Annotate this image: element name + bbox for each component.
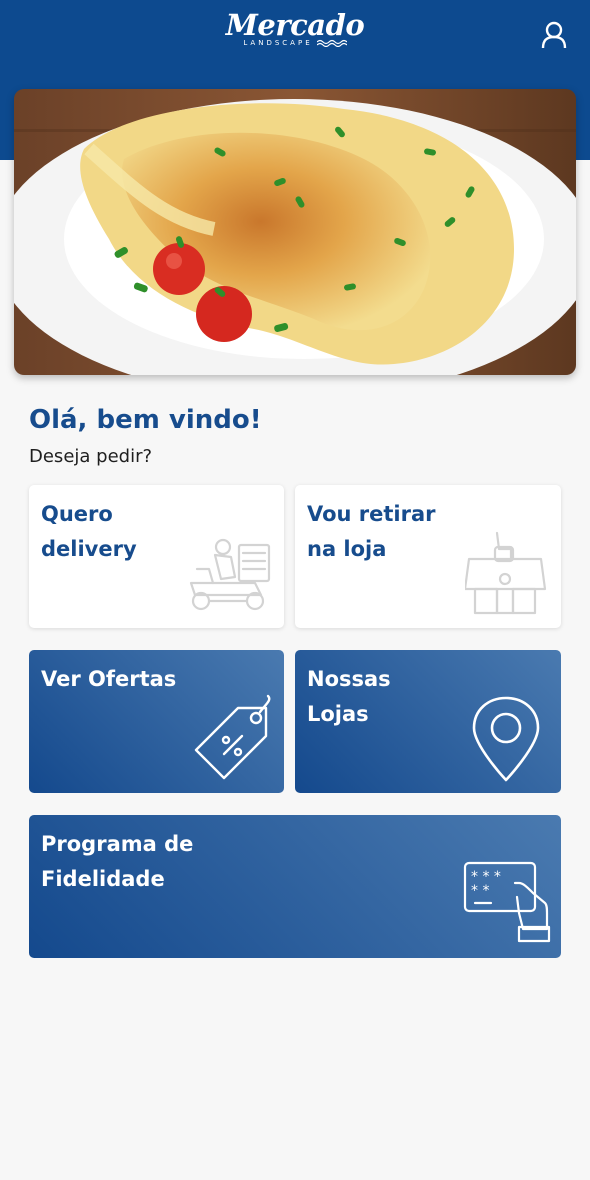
stores-card[interactable]: Nossas Lojas [295, 650, 561, 793]
user-icon [541, 21, 567, 49]
discount-tag-icon [194, 694, 271, 780]
stores-card-line1: Nossas [307, 667, 391, 691]
pickup-card[interactable]: Vou retirar na loja [295, 485, 561, 628]
svg-text:* *: * * [471, 883, 489, 899]
card-payment-icon: * * * * * [463, 861, 551, 943]
mercado-logo[interactable]: Mercado LANDSCAPE [0, 8, 590, 47]
welcome-title: Olá, bem vindo! [29, 405, 262, 435]
logo-wordmark: Mercado [225, 8, 365, 42]
offers-card-line1: Ver Ofertas [41, 667, 177, 691]
pickup-card-line1: Vou retirar [307, 502, 436, 526]
delivery-card-line1: Quero [41, 502, 113, 526]
delivery-scooter-icon [189, 538, 271, 611]
hero-banner-image [14, 89, 576, 375]
loyalty-program-card[interactable]: Programa de Fidelidade * * * * * [29, 815, 561, 958]
offers-card[interactable]: Ver Ofertas [29, 650, 284, 793]
loyalty-card-line2: Fidelidade [41, 867, 165, 891]
welcome-subtitle: Deseja pedir? [29, 446, 153, 467]
user-profile-button[interactable] [536, 18, 572, 52]
delivery-card[interactable]: Quero delivery [29, 485, 284, 628]
wave-icon [316, 39, 347, 47]
store-pickup-icon [465, 531, 547, 615]
logo-subtitle: LANDSCAPE [243, 39, 313, 47]
location-pin-icon [472, 696, 540, 782]
loyalty-card-line1: Programa de [41, 832, 194, 856]
omelette-plate-photo [14, 89, 576, 375]
